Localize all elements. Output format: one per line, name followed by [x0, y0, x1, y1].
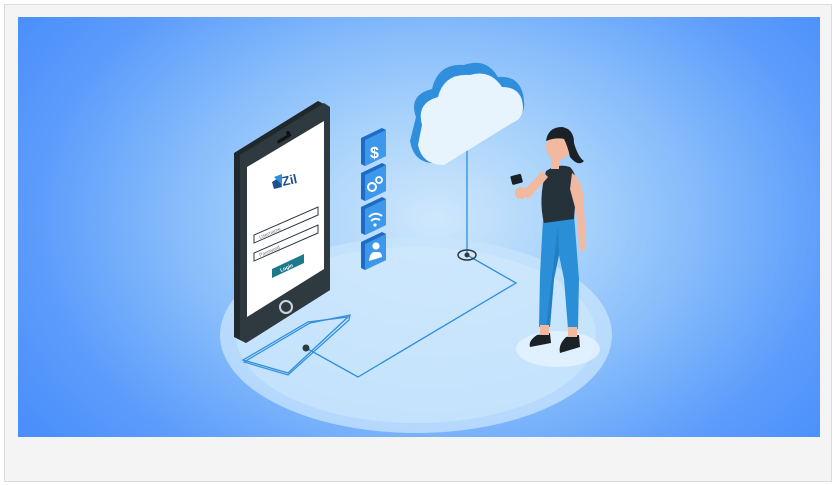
cloud-login-illustration: Zil Username Password Login $	[220, 62, 612, 433]
svg-text:$: $	[370, 145, 379, 162]
phone-brand-text: Zil	[281, 171, 299, 189]
gears-icon	[361, 163, 386, 201]
dollar-icon: $	[361, 128, 386, 166]
wifi-icon	[361, 197, 386, 235]
cloud-icon	[410, 62, 525, 165]
hero-illustration: Zil Username Password Login $	[18, 17, 820, 437]
